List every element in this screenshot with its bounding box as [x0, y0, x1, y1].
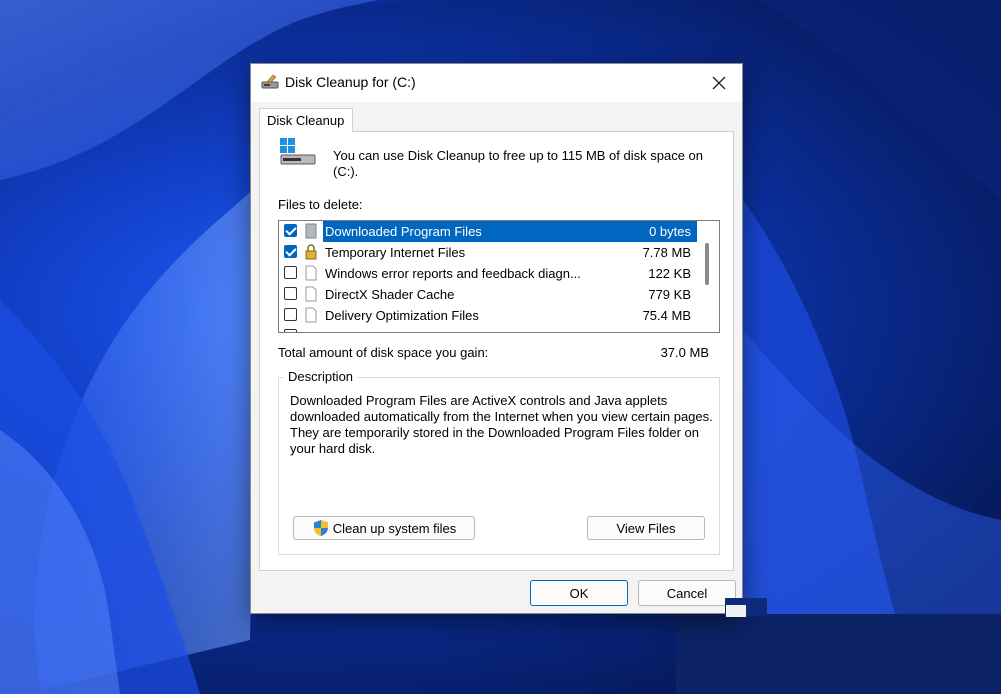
file-icon	[305, 286, 317, 302]
uac-shield-icon	[313, 520, 328, 536]
checkbox[interactable]	[284, 329, 297, 332]
lock-icon	[305, 244, 317, 260]
checkbox[interactable]	[284, 224, 297, 237]
clean-up-system-files-button[interactable]: Clean up system files	[293, 516, 475, 540]
file-size: 122 KB	[648, 266, 691, 281]
close-button[interactable]	[696, 64, 742, 102]
tab-panel: You can use Disk Cleanup to free up to 1…	[259, 131, 734, 571]
tab-disk-cleanup[interactable]: Disk Cleanup	[259, 108, 353, 132]
file-size: 0 bytes	[649, 224, 691, 239]
view-files-button[interactable]: View Files	[587, 516, 705, 540]
file-icon	[305, 307, 317, 323]
title-bar[interactable]: Disk Cleanup for (C:)	[251, 64, 742, 102]
file-name: Downloaded Program Files	[323, 223, 484, 240]
button-label: View Files	[616, 520, 676, 536]
button-label: OK	[569, 585, 589, 601]
ok-button[interactable]: OK	[530, 580, 628, 606]
list-item[interactable]: Delivery Optimization Files 75.4 MB	[279, 305, 697, 326]
file-icon	[305, 265, 317, 281]
file-name: DirectX Shader Cache	[325, 287, 455, 302]
file-name: Temporary Internet Files	[325, 245, 466, 260]
file-name: Delivery Optimization Files	[325, 308, 479, 323]
files-list[interactable]: Downloaded Program Files 0 bytes Tempora…	[278, 220, 720, 333]
folder-icon	[305, 223, 317, 239]
scrollbar-thumb[interactable]	[705, 243, 709, 285]
list-scrollbar[interactable]	[697, 221, 719, 332]
taskbar-chip	[726, 605, 746, 617]
list-item[interactable]: Downloaded Program Files 0 bytes	[279, 221, 697, 242]
files-to-delete-label: Files to delete:	[278, 197, 363, 212]
checkbox[interactable]	[284, 266, 297, 279]
list-item[interactable]: Temporary Internet Files 7.78 MB	[279, 242, 697, 263]
description-legend: Description	[284, 369, 358, 384]
tab-label: Disk Cleanup	[267, 113, 345, 128]
disk-cleanup-icon	[261, 74, 279, 89]
info-text: You can use Disk Cleanup to free up to 1…	[333, 148, 704, 179]
total-value: 37.0 MB	[660, 345, 709, 360]
checkbox[interactable]	[284, 308, 297, 321]
file-name: Windows error reports and feedback diagn…	[325, 266, 581, 281]
total-label: Total amount of disk space you gain:	[278, 345, 489, 360]
hard-drive-icon	[280, 138, 316, 165]
file-size: 75.4 MB	[642, 308, 691, 323]
file-size: 7.78 MB	[642, 245, 691, 260]
button-label: Clean up system files	[332, 520, 457, 536]
checkbox[interactable]	[284, 245, 297, 258]
description-text: Downloaded Program Files are ActiveX con…	[290, 393, 713, 456]
cancel-button[interactable]: Cancel	[638, 580, 736, 606]
file-size: 779 KB	[648, 287, 691, 302]
description-group: Description Downloaded Program Files are…	[278, 369, 720, 555]
button-label: Cancel	[666, 585, 708, 601]
disk-cleanup-dialog: Disk Cleanup for (C:) Disk Cleanup You c…	[250, 63, 743, 614]
list-item[interactable]: DirectX Shader Cache 779 KB	[279, 284, 697, 305]
window-title: Disk Cleanup for (C:)	[285, 74, 416, 90]
list-item[interactable]	[279, 326, 697, 332]
checkbox[interactable]	[284, 287, 297, 300]
close-icon	[712, 76, 726, 90]
list-item[interactable]: Windows error reports and feedback diagn…	[279, 263, 697, 284]
